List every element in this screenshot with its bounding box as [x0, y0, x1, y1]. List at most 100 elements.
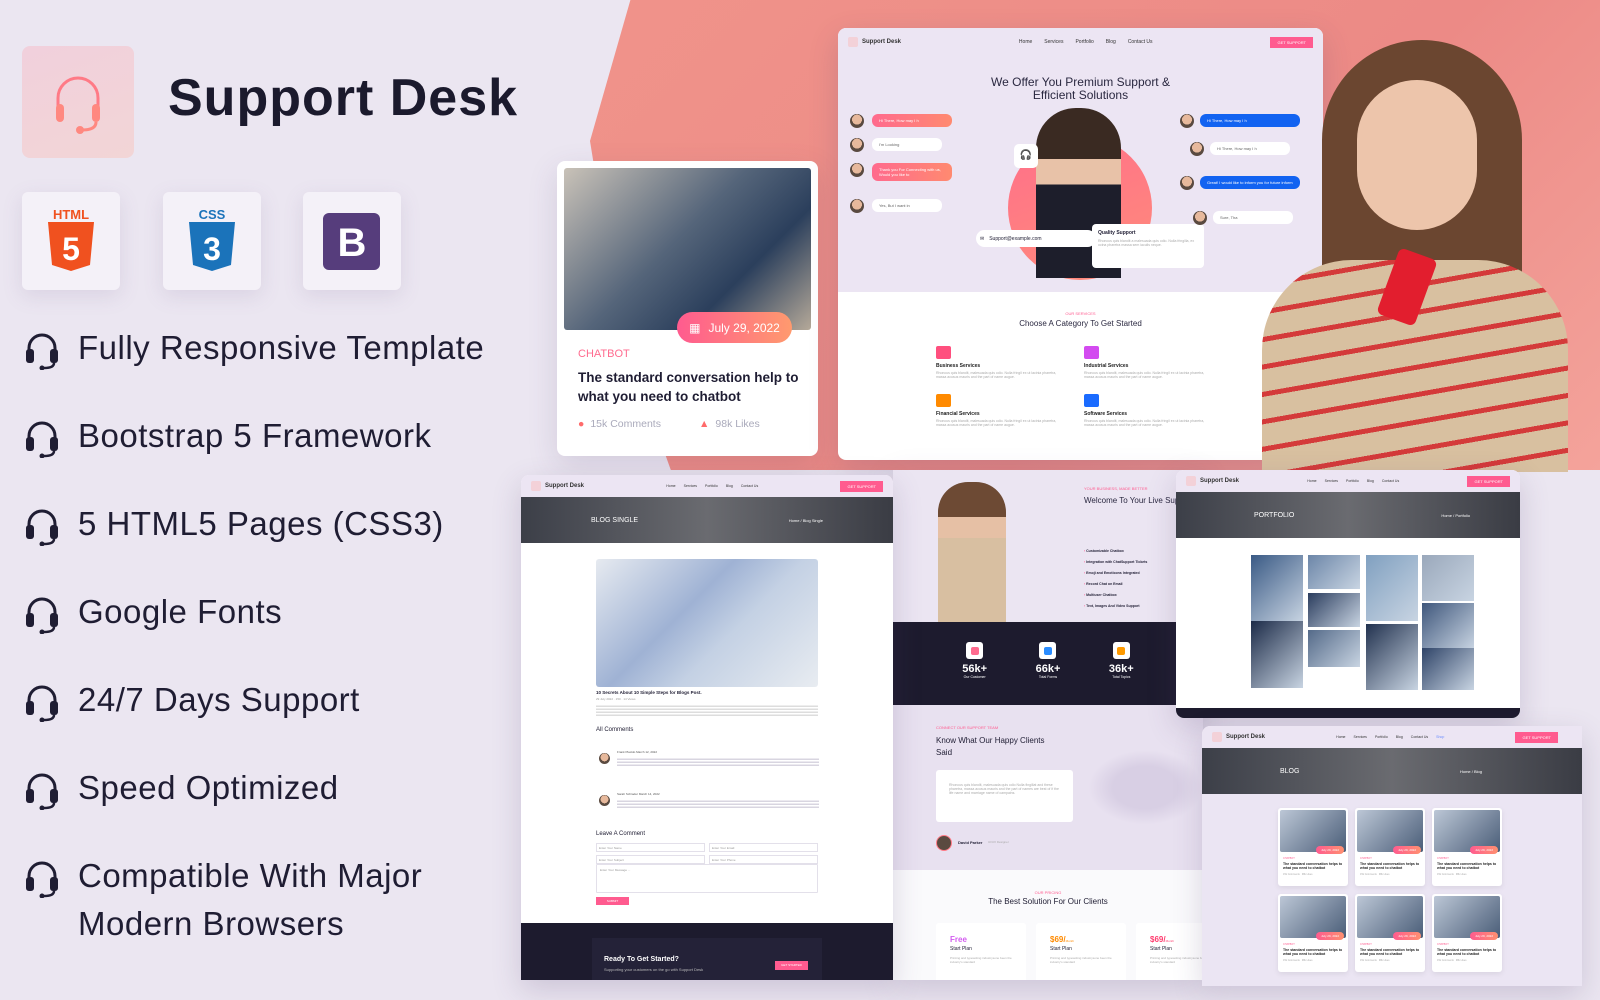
form-field[interactable]: Enter Your Phone [709, 855, 818, 864]
portfolio-image[interactable] [1366, 555, 1418, 621]
headset-icon [26, 421, 58, 458]
portfolio-image[interactable] [1422, 555, 1474, 601]
nav-blog[interactable]: Blog [726, 484, 733, 488]
svg-text:CSS: CSS [199, 207, 226, 222]
nav-services[interactable]: Services [684, 484, 697, 488]
portfolio-image[interactable] [1251, 555, 1303, 622]
submit-button[interactable]: SUBMIT [596, 897, 629, 905]
bootstrap-icon: B [323, 213, 380, 270]
get-support-button[interactable]: GET SUPPORT [840, 480, 883, 492]
nav-services[interactable]: Services [1325, 479, 1338, 483]
pricing-card[interactable]: $69/Month Start Plan Printing and typesett… [1136, 923, 1203, 980]
blog-post-card[interactable]: July 29, 2022 CHATBOT The standard convers… [1355, 894, 1425, 972]
nav-home[interactable]: Home [666, 484, 675, 488]
chevron-right-icon: › [1084, 549, 1086, 553]
services-eyebrow: OUR SERVICES [1065, 311, 1096, 316]
nav-logo[interactable]: Support Desk [1186, 476, 1239, 486]
pricing-card[interactable]: $69/Month Start Plan Printing and typesett… [1036, 923, 1126, 980]
category-label: CHATBOT [578, 348, 630, 360]
service-item[interactable]: Industrial Services Rhoncus quis blandit,… [1084, 346, 1209, 379]
nav-contact[interactable]: Contact Us [741, 484, 758, 488]
feature-item: 5 HTML5 Pages (CSS3) [22, 500, 444, 548]
post-body [596, 704, 818, 716]
nav-home[interactable]: Home [1336, 735, 1345, 739]
blog-post-card[interactable]: July 29, 2022 CHATBOT The standard convers… [1432, 808, 1502, 886]
blog-post-card[interactable]: July 29, 2022 CHATBOT The standard convers… [1278, 894, 1348, 972]
svg-text:3: 3 [203, 231, 221, 267]
nav-logo[interactable]: Support Desk [531, 481, 584, 491]
nav-home[interactable]: Home [1019, 39, 1032, 45]
headset-icon: 🎧 [1014, 144, 1038, 168]
feature-list-item: › Record Chat on Email [1084, 582, 1123, 586]
headset-icon [26, 597, 58, 634]
blog-post-card[interactable]: July 29, 2022 CHATBOT The standard convers… [1278, 808, 1348, 886]
user-avatar [850, 199, 864, 213]
date-badge: July 29, 2022 [1393, 846, 1421, 854]
portfolio-image[interactable] [1366, 624, 1418, 690]
nav-home[interactable]: Home [1307, 479, 1316, 483]
chat-bubble: Thank you For Connecting with us, Would … [872, 163, 952, 181]
blog-post-card[interactable]: July 29, 2022 CHATBOT The standard convers… [1355, 808, 1425, 886]
testimonial-text: Rhoncus quis blandit, malesuada quis odi… [936, 770, 1073, 822]
feature-item: Compatible With Major Modern Browsers [22, 852, 502, 948]
message-textarea[interactable]: Enter Your Message ... [596, 864, 818, 893]
chevron-right-icon: › [1084, 604, 1086, 608]
client-name: David Parker [958, 840, 983, 845]
cta-title: Ready To Get Started? [604, 956, 679, 963]
nav-portfolio[interactable]: Portfolio [1375, 735, 1388, 739]
service-item[interactable]: Software Services Rhoncus quis blandit, m… [1084, 394, 1209, 427]
thumbs-up-icon: ▲ [699, 418, 710, 430]
service-item[interactable]: Financial Services Rhoncus quis blandit, … [936, 394, 1061, 427]
portfolio-image[interactable] [1308, 555, 1360, 589]
feature-list-item: › Integration with ChatSupport Tickets [1084, 560, 1148, 564]
feature-item: 24/7 Days Support [22, 676, 360, 724]
nav-services[interactable]: Services [1044, 39, 1063, 45]
nav-blog[interactable]: Blog [1367, 479, 1374, 483]
get-started-button[interactable]: GET STARTED [775, 961, 808, 970]
portfolio-image[interactable] [1422, 603, 1474, 649]
nav-contact[interactable]: Contact Us [1382, 479, 1399, 483]
navbar: Support Desk Home Services Portfolio Blog Con… [1176, 470, 1520, 492]
feature-label: 5 HTML5 Pages (CSS3) [78, 505, 444, 542]
chevron-right-icon: › [1084, 560, 1086, 564]
nav-portfolio[interactable]: Portfolio [1075, 39, 1093, 45]
nav-shop[interactable]: Shop [1436, 735, 1444, 739]
nav-portfolio[interactable]: Portfolio [705, 484, 718, 488]
blog-card[interactable]: ▦ July 29, 2022 CHATBOT The standard conv… [557, 161, 818, 456]
commenter-avatar [599, 795, 610, 806]
form-field[interactable]: Enter Your Subject [596, 855, 705, 864]
portfolio-image[interactable] [1308, 630, 1360, 667]
form-field[interactable]: Enter Your Name [596, 843, 705, 852]
form-field[interactable]: Enter Your Email [709, 843, 818, 852]
service-item[interactable]: Business Services Rhoncus quis blandit, m… [936, 346, 1061, 379]
blog-card-title[interactable]: The standard conversation help to what y… [578, 368, 803, 406]
blog-post-card[interactable]: July 29, 2022 CHATBOT The standard convers… [1432, 894, 1502, 972]
nav-contact[interactable]: Contact Us [1128, 39, 1153, 45]
post-title: 10 Secrets About 10 Simple Steps for Blo… [596, 690, 702, 695]
nav-logo[interactable]: Support Desk [848, 37, 901, 47]
nav-logo[interactable]: Support Desk [1212, 732, 1265, 742]
pricing-card[interactable]: Free Start Plan Printing and typesetting i… [936, 923, 1026, 980]
blog-single-preview: Support Desk Home Services Portfolio Blog Con… [521, 475, 893, 980]
nav-services[interactable]: Services [1354, 735, 1367, 739]
user-avatar [850, 114, 864, 128]
portfolio-image[interactable] [1308, 593, 1360, 627]
feature-list-item: › Customizable Chatbox [1084, 549, 1124, 553]
quality-support-card: Quality Support Rhoncus quis blandit a ma… [1092, 224, 1204, 268]
nav-blog[interactable]: Blog [1106, 39, 1116, 45]
portfolio-image[interactable] [1251, 621, 1303, 688]
comments-title: All Comments [596, 727, 634, 733]
commenter-avatar [599, 753, 610, 764]
nav-portfolio[interactable]: Portfolio [1346, 479, 1359, 483]
nav-blog[interactable]: Blog [1396, 735, 1403, 739]
date-text: July 29, 2022 [708, 320, 780, 335]
nav-links: Home Services Portfolio Blog Contact Us [1019, 39, 1153, 45]
svg-text:5: 5 [62, 231, 80, 267]
feature-label: Compatible With Major Modern Browsers [78, 857, 423, 942]
nav-contact[interactable]: Contact Us [1411, 735, 1428, 739]
portfolio-image[interactable] [1422, 648, 1474, 690]
get-support-button[interactable]: GET SUPPORT [1515, 731, 1558, 743]
hero-headline: We Offer You Premium Support & Efficient… [991, 75, 1170, 102]
blog-page-preview: Support Desk Home Services Portfolio Blog Con… [1202, 726, 1582, 986]
get-support-button[interactable]: GET SUPPORT [1467, 475, 1510, 487]
